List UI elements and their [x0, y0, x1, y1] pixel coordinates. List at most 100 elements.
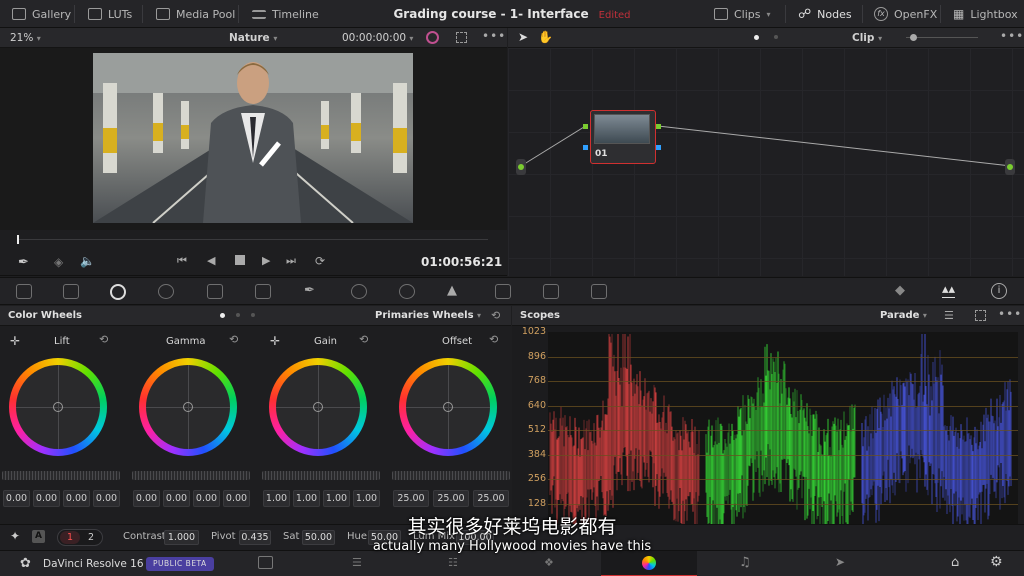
color-wheels-tool-icon[interactable]: [110, 284, 126, 300]
node-mode-select[interactable]: Clip ▾: [852, 32, 882, 44]
gamma-value-field[interactable]: 0.00: [163, 490, 190, 507]
qualifier-icon[interactable]: ✒: [304, 283, 315, 298]
gain-value-field[interactable]: 1.00: [293, 490, 320, 507]
node-input-key[interactable]: [583, 145, 588, 150]
edit-page-icon[interactable]: ☷: [448, 556, 458, 569]
cut-page-icon[interactable]: ☰: [352, 556, 362, 569]
node-output-key[interactable]: [656, 145, 661, 150]
motion-effects-icon[interactable]: [207, 284, 223, 299]
reset-all-icon[interactable]: ⟲: [491, 309, 500, 322]
blur-icon[interactable]: ▲: [447, 283, 457, 298]
scrubber-track[interactable]: [18, 239, 488, 240]
lift-picker-icon[interactable]: ✛: [10, 334, 20, 348]
lift-master-slider[interactable]: [2, 471, 120, 480]
sizing-icon[interactable]: [543, 284, 559, 299]
page-1-button[interactable]: 1: [60, 531, 80, 544]
gamma-value-field[interactable]: 0.00: [223, 490, 250, 507]
key-icon[interactable]: [495, 284, 511, 299]
rgb-mixer-icon[interactable]: [158, 284, 174, 299]
offset-value-field[interactable]: 25.00: [393, 490, 429, 507]
hand-icon[interactable]: ✋: [538, 30, 553, 44]
playhead[interactable]: [17, 235, 19, 244]
info-icon[interactable]: i: [991, 283, 1007, 299]
curves-icon[interactable]: [255, 284, 271, 299]
node-input-rgb[interactable]: [583, 124, 588, 129]
zoom-select[interactable]: 21% ▾: [10, 32, 41, 44]
more-options-icon[interactable]: •••: [1000, 29, 1024, 43]
jump-start-icon[interactable]: ⏮: [177, 254, 187, 268]
lightbox-button[interactable]: ▦ Lightbox: [953, 0, 1018, 28]
color-wheel-icon[interactable]: [426, 31, 439, 44]
page-2-button[interactable]: 2: [82, 531, 100, 544]
gain-value-field[interactable]: 1.00: [323, 490, 350, 507]
luts-button[interactable]: LUTs: [88, 0, 132, 28]
pivot-field[interactable]: 0.435: [239, 530, 271, 545]
gain-master-slider[interactable]: [262, 471, 380, 480]
nodes-button[interactable]: ☍ Nodes: [798, 0, 852, 28]
gain-wheel-handle[interactable]: [313, 402, 323, 412]
lift-reset-icon[interactable]: ⟲: [99, 333, 108, 346]
loop-icon[interactable]: ⟳: [315, 254, 325, 268]
viewer-frame[interactable]: [93, 53, 413, 223]
tracker-icon[interactable]: [399, 284, 415, 299]
fusion-page-icon[interactable]: ❖: [544, 556, 554, 569]
window-icon[interactable]: [351, 284, 367, 299]
input-terminal[interactable]: [516, 159, 526, 175]
openfx-button[interactable]: fx OpenFX: [874, 0, 937, 28]
media-pool-button[interactable]: Media Pool: [156, 0, 235, 28]
color-match-icon[interactable]: [63, 284, 79, 299]
scope-mode-select[interactable]: Parade ▾: [880, 310, 927, 321]
pointer-icon[interactable]: ➤: [518, 30, 528, 44]
clips-button[interactable]: Clips ▾: [714, 0, 771, 28]
keyframes-icon[interactable]: ◆: [895, 283, 905, 298]
gallery-button[interactable]: Gallery: [12, 0, 71, 28]
fullscreen-icon[interactable]: [456, 32, 467, 43]
sat-field[interactable]: 50.00: [302, 530, 335, 545]
layers-icon[interactable]: ◈: [54, 255, 63, 269]
page-dot[interactable]: [774, 35, 778, 39]
timecode-select[interactable]: 00:00:00:00 ▾: [342, 32, 413, 44]
lummix-field[interactable]: 100.00: [456, 530, 494, 545]
page-dot[interactable]: [236, 313, 240, 317]
scopes-toggle-icon[interactable]: ▴▴: [942, 282, 956, 298]
wheels-mode-select[interactable]: Primaries Wheels ▾: [375, 310, 481, 321]
gamma-reset-icon[interactable]: ⟲: [229, 333, 238, 346]
gain-reset-icon[interactable]: ⟲: [359, 333, 368, 346]
page-dot-active[interactable]: [220, 313, 225, 318]
stop-icon[interactable]: [235, 255, 245, 265]
scope-settings-icon[interactable]: ☰: [944, 309, 954, 322]
offset-reset-icon[interactable]: ⟲: [489, 333, 498, 346]
color-page-tab[interactable]: [601, 551, 697, 576]
gain-value-field[interactable]: 1.00: [263, 490, 290, 507]
play-icon[interactable]: ▶: [262, 254, 270, 267]
lift-value-field[interactable]: 0.00: [3, 490, 30, 507]
more-options-icon[interactable]: •••: [998, 307, 1022, 321]
clip-name-select[interactable]: Nature ▾: [229, 32, 277, 44]
timeline-button[interactable]: Timeline: [252, 0, 319, 28]
eyedropper-icon[interactable]: ✒: [18, 255, 29, 270]
gamma-wheel-handle[interactable]: [183, 402, 193, 412]
output-terminal[interactable]: [1005, 159, 1015, 175]
gamma-value-field[interactable]: 0.00: [193, 490, 220, 507]
lift-value-field[interactable]: 0.00: [93, 490, 120, 507]
fairlight-page-icon[interactable]: ♫: [739, 555, 751, 570]
home-icon[interactable]: ⌂: [951, 555, 959, 570]
speaker-icon[interactable]: 🔈: [80, 254, 95, 268]
offset-value-field[interactable]: 25.00: [473, 490, 509, 507]
auto-icon[interactable]: A: [32, 530, 45, 543]
contrast-field[interactable]: 1.000: [164, 530, 199, 545]
3d-icon[interactable]: [591, 284, 607, 299]
lift-wheel-handle[interactable]: [53, 402, 63, 412]
media-page-icon[interactable]: [258, 556, 273, 569]
offset-master-slider[interactable]: [392, 471, 510, 480]
node-output-rgb[interactable]: [656, 124, 661, 129]
node-editor[interactable]: 01: [508, 48, 1024, 276]
auto-balance-icon[interactable]: ✦: [10, 529, 20, 543]
gamma-value-field[interactable]: 0.00: [133, 490, 160, 507]
node-01[interactable]: 01: [590, 110, 656, 164]
jump-end-icon[interactable]: ⏭: [286, 254, 296, 268]
page-dot[interactable]: [251, 313, 255, 317]
lift-value-field[interactable]: 0.00: [33, 490, 60, 507]
deliver-page-icon[interactable]: ➤: [835, 555, 845, 569]
page-dot-active[interactable]: [754, 35, 759, 40]
